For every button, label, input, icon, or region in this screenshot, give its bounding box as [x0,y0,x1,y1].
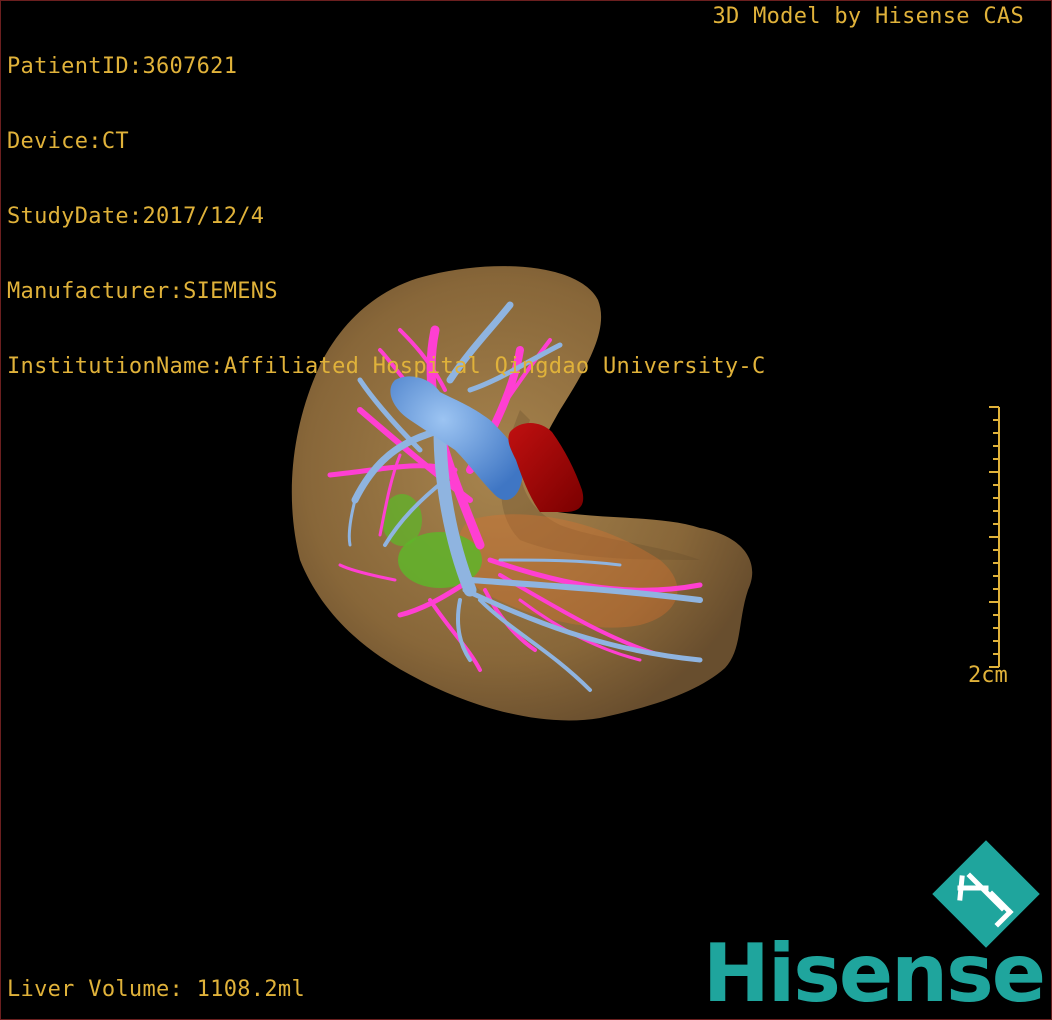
scale-bar [989,406,1000,668]
scale-label: 2cm [968,663,1008,688]
hisense-wordmark: Hisense [702,927,1046,1020]
study-date: StudyDate:2017/12/4 [7,204,265,229]
liver-volume: Liver Volume: 1108.2ml [7,977,305,1002]
dicom-info-block: PatientID:3607621 Device:CT StudyDate:20… [7,4,766,404]
manufacturer: Manufacturer:SIEMENS [7,279,278,304]
device: Device:CT [7,129,129,154]
institution-name: InstitutionName:Affiliated Hospital Qing… [7,354,766,379]
model-credit: 3D Model by Hisense CAS [712,4,1024,29]
patient-id: PatientID:3607621 [7,54,238,79]
